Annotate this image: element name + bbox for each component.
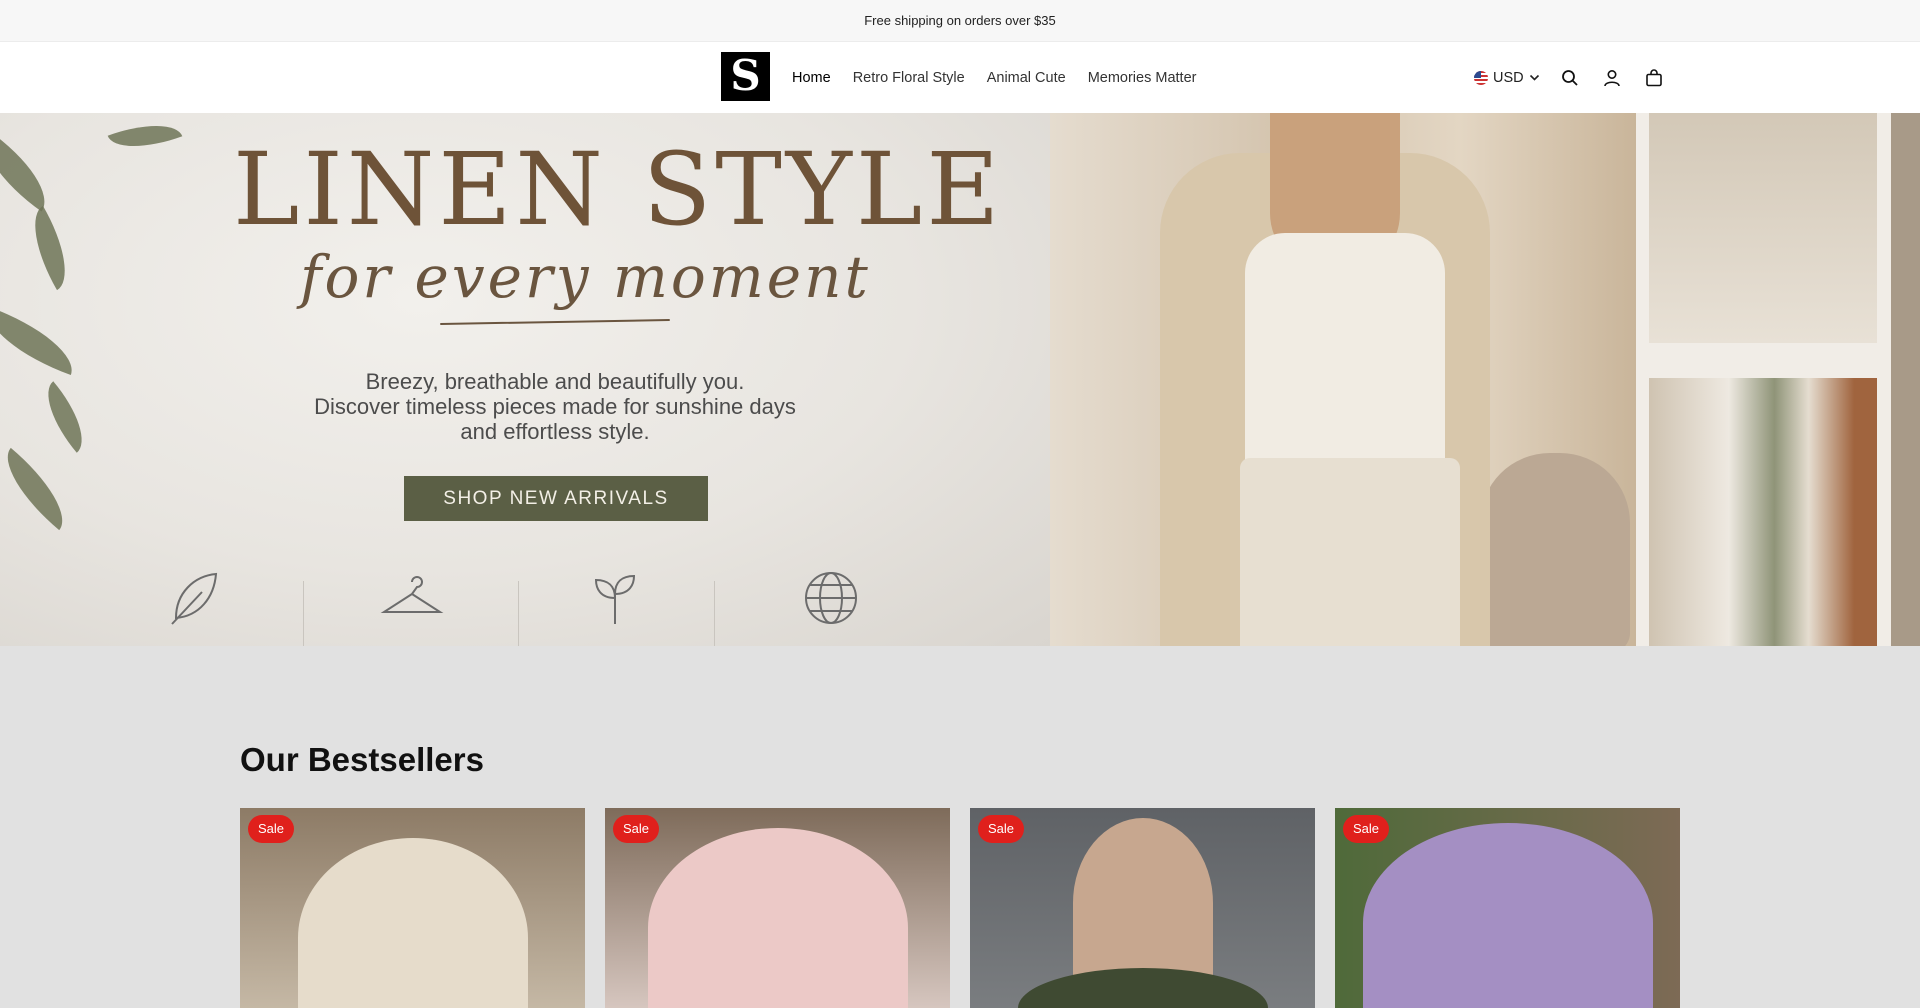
model-pants	[1240, 458, 1460, 646]
nav-item-animal-cute[interactable]: Animal Cute	[987, 70, 1066, 86]
leaf-decoration	[0, 447, 80, 531]
announcement-text: Free shipping on orders over $35	[864, 13, 1056, 28]
nav-item-memories-matter[interactable]: Memories Matter	[1088, 70, 1197, 86]
leaf-decoration	[0, 130, 63, 212]
currency-label: USD	[1493, 69, 1524, 86]
site-header: S Home Retro Floral Style Animal Cute Me…	[0, 42, 1920, 113]
hero-underline	[440, 318, 670, 326]
sprout-icon	[565, 568, 665, 646]
edge-photo	[1891, 113, 1920, 646]
sale-badge: Sale	[978, 815, 1025, 843]
hero-subtitle-line: Discover timeless pieces made for sunshi…	[314, 394, 796, 419]
account-icon[interactable]	[1600, 66, 1624, 90]
hero-side-gallery	[1636, 113, 1920, 646]
hero-subtitle-line: and effortless style.	[460, 419, 650, 444]
us-flag-icon	[1474, 70, 1488, 85]
sale-badge: Sale	[1343, 815, 1390, 843]
product-card[interactable]: Sale	[1335, 808, 1680, 1008]
search-icon[interactable]	[1558, 66, 1582, 90]
leaf-decoration	[17, 205, 83, 291]
leaf-decoration	[0, 306, 84, 376]
product-card[interactable]: Sale	[605, 808, 950, 1008]
product-grid: Sale Sale Sale Sale	[240, 808, 1680, 1008]
leaf-decoration	[31, 381, 99, 453]
hero-subtitle: Breezy, breathable and beautifully you. …	[220, 369, 890, 444]
vase-image	[1480, 453, 1630, 646]
hero-subtitle-line: Breezy, breathable and beautifully you.	[365, 369, 745, 394]
globe-icon	[781, 568, 881, 646]
header-utilities: USD	[1474, 42, 1666, 113]
hero-banner: LINEN STYLE for every moment Breezy, bre…	[0, 113, 1920, 646]
main-nav: Home Retro Floral Style Animal Cute Memo…	[792, 42, 1196, 113]
feature-divider	[518, 581, 519, 646]
product-image	[1072, 818, 1213, 988]
product-image	[297, 838, 528, 1008]
sale-badge: Sale	[248, 815, 295, 843]
nav-item-retro-floral-style[interactable]: Retro Floral Style	[853, 70, 965, 86]
announcement-bar: Free shipping on orders over $35	[0, 0, 1920, 42]
model-top	[1245, 233, 1445, 473]
hero-model-image	[1050, 113, 1636, 646]
clothing-rack-photo	[1649, 378, 1877, 646]
sale-badge: Sale	[613, 815, 660, 843]
feature-divider	[714, 581, 715, 646]
hero-text-area: LINEN STYLE for every moment Breezy, bre…	[0, 113, 1050, 646]
currency-selector[interactable]: USD	[1474, 70, 1540, 86]
hero-script-heading: for every moment	[300, 243, 871, 311]
product-image	[1362, 823, 1653, 1008]
shop-new-arrivals-button[interactable]: SHOP NEW ARRIVALS	[404, 476, 708, 521]
chevron-down-icon	[1529, 74, 1539, 81]
hero-heading: LINEN STYLE	[233, 131, 1004, 248]
leaf-decoration	[107, 113, 183, 161]
nav-item-home[interactable]: Home	[792, 70, 831, 86]
product-image	[647, 828, 908, 1008]
jumpsuit-photo	[1649, 113, 1877, 343]
bestsellers-heading: Our Bestsellers	[240, 741, 484, 778]
product-garment	[1017, 968, 1268, 1008]
product-card[interactable]: Sale	[970, 808, 1315, 1008]
logo[interactable]: S	[721, 52, 770, 101]
logo-letter: S	[730, 50, 761, 100]
cart-icon[interactable]	[1642, 66, 1666, 90]
leaf-icon	[144, 568, 244, 646]
feature-divider	[303, 581, 304, 646]
hanger-icon	[362, 568, 462, 646]
product-card[interactable]: Sale	[240, 808, 585, 1008]
